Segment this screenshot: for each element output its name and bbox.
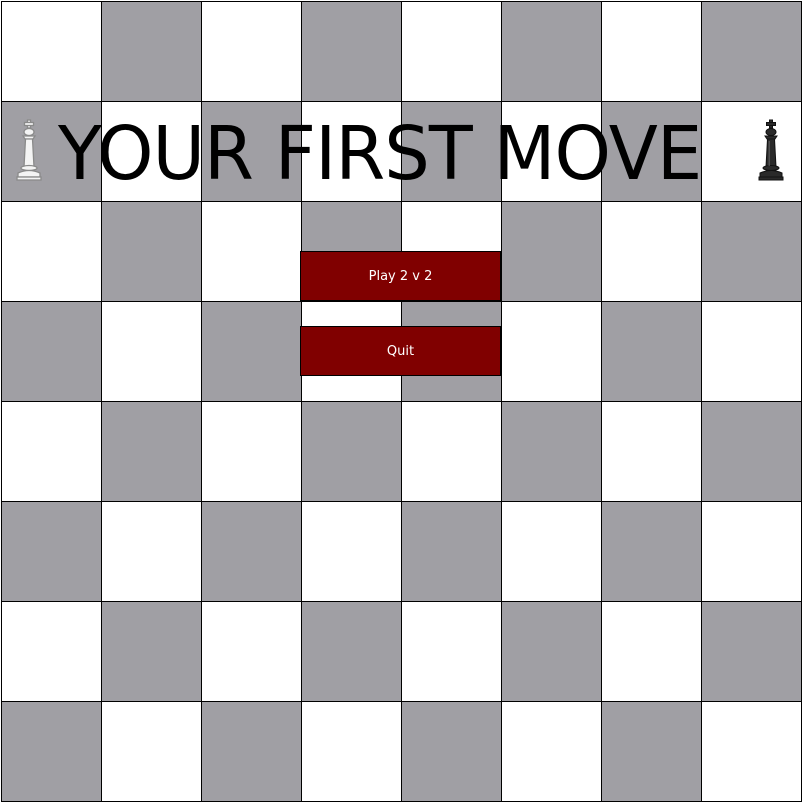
board-square-light [701, 301, 801, 401]
quit-button[interactable]: Quit [300, 326, 501, 376]
board-square-light [501, 701, 601, 801]
board-square-light [1, 201, 101, 301]
board-square-light [301, 501, 401, 601]
board-square-dark [701, 401, 801, 501]
title-banner: YOUR FIRST MOVE [0, 101, 802, 201]
board-square-dark [501, 201, 601, 301]
board-square-light [601, 401, 701, 501]
board-square-light [201, 401, 301, 501]
board-square-light [501, 501, 601, 601]
board-square-dark [101, 401, 201, 501]
board-square-light [101, 301, 201, 401]
board-square-light [201, 201, 301, 301]
board-square-dark [401, 501, 501, 601]
board-square-dark [301, 401, 401, 501]
game-title: YOUR FIRST MOVE [58, 111, 702, 197]
main-menu-screen: YOUR FIRST MOVE Play 2 v 2 Quit [0, 0, 802, 804]
board-square-light [101, 501, 201, 601]
board-square-light [201, 1, 301, 101]
board-square-light [601, 201, 701, 301]
board-square-dark [501, 401, 601, 501]
board-square-light [601, 601, 701, 701]
board-square-dark [101, 1, 201, 101]
board-square-dark [501, 601, 601, 701]
board-square-light [201, 601, 301, 701]
board-square-dark [501, 1, 601, 101]
board-square-light [601, 1, 701, 101]
board-square-dark [601, 301, 701, 401]
board-square-dark [1, 301, 101, 401]
board-square-dark [701, 601, 801, 701]
black-king-icon [758, 119, 784, 181]
board-square-dark [701, 1, 801, 101]
board-square-dark [1, 701, 101, 801]
board-square-light [1, 1, 101, 101]
board-square-dark [201, 701, 301, 801]
board-square-light [1, 401, 101, 501]
board-square-dark [101, 201, 201, 301]
board-square-light [701, 501, 801, 601]
play-2v2-button[interactable]: Play 2 v 2 [300, 251, 501, 301]
white-king-icon [16, 119, 42, 181]
board-square-light [501, 301, 601, 401]
board-square-dark [301, 1, 401, 101]
board-square-light [401, 1, 501, 101]
board-square-dark [601, 501, 701, 601]
board-square-dark [301, 601, 401, 701]
board-square-dark [601, 701, 701, 801]
board-square-dark [101, 601, 201, 701]
board-square-dark [701, 201, 801, 301]
board-square-light [301, 701, 401, 801]
board-square-light [101, 701, 201, 801]
board-square-dark [1, 501, 101, 601]
board-square-dark [401, 701, 501, 801]
board-square-light [401, 401, 501, 501]
board-square-dark [201, 301, 301, 401]
board-square-light [401, 601, 501, 701]
board-square-dark [201, 501, 301, 601]
board-square-light [1, 601, 101, 701]
board-square-light [701, 701, 801, 801]
